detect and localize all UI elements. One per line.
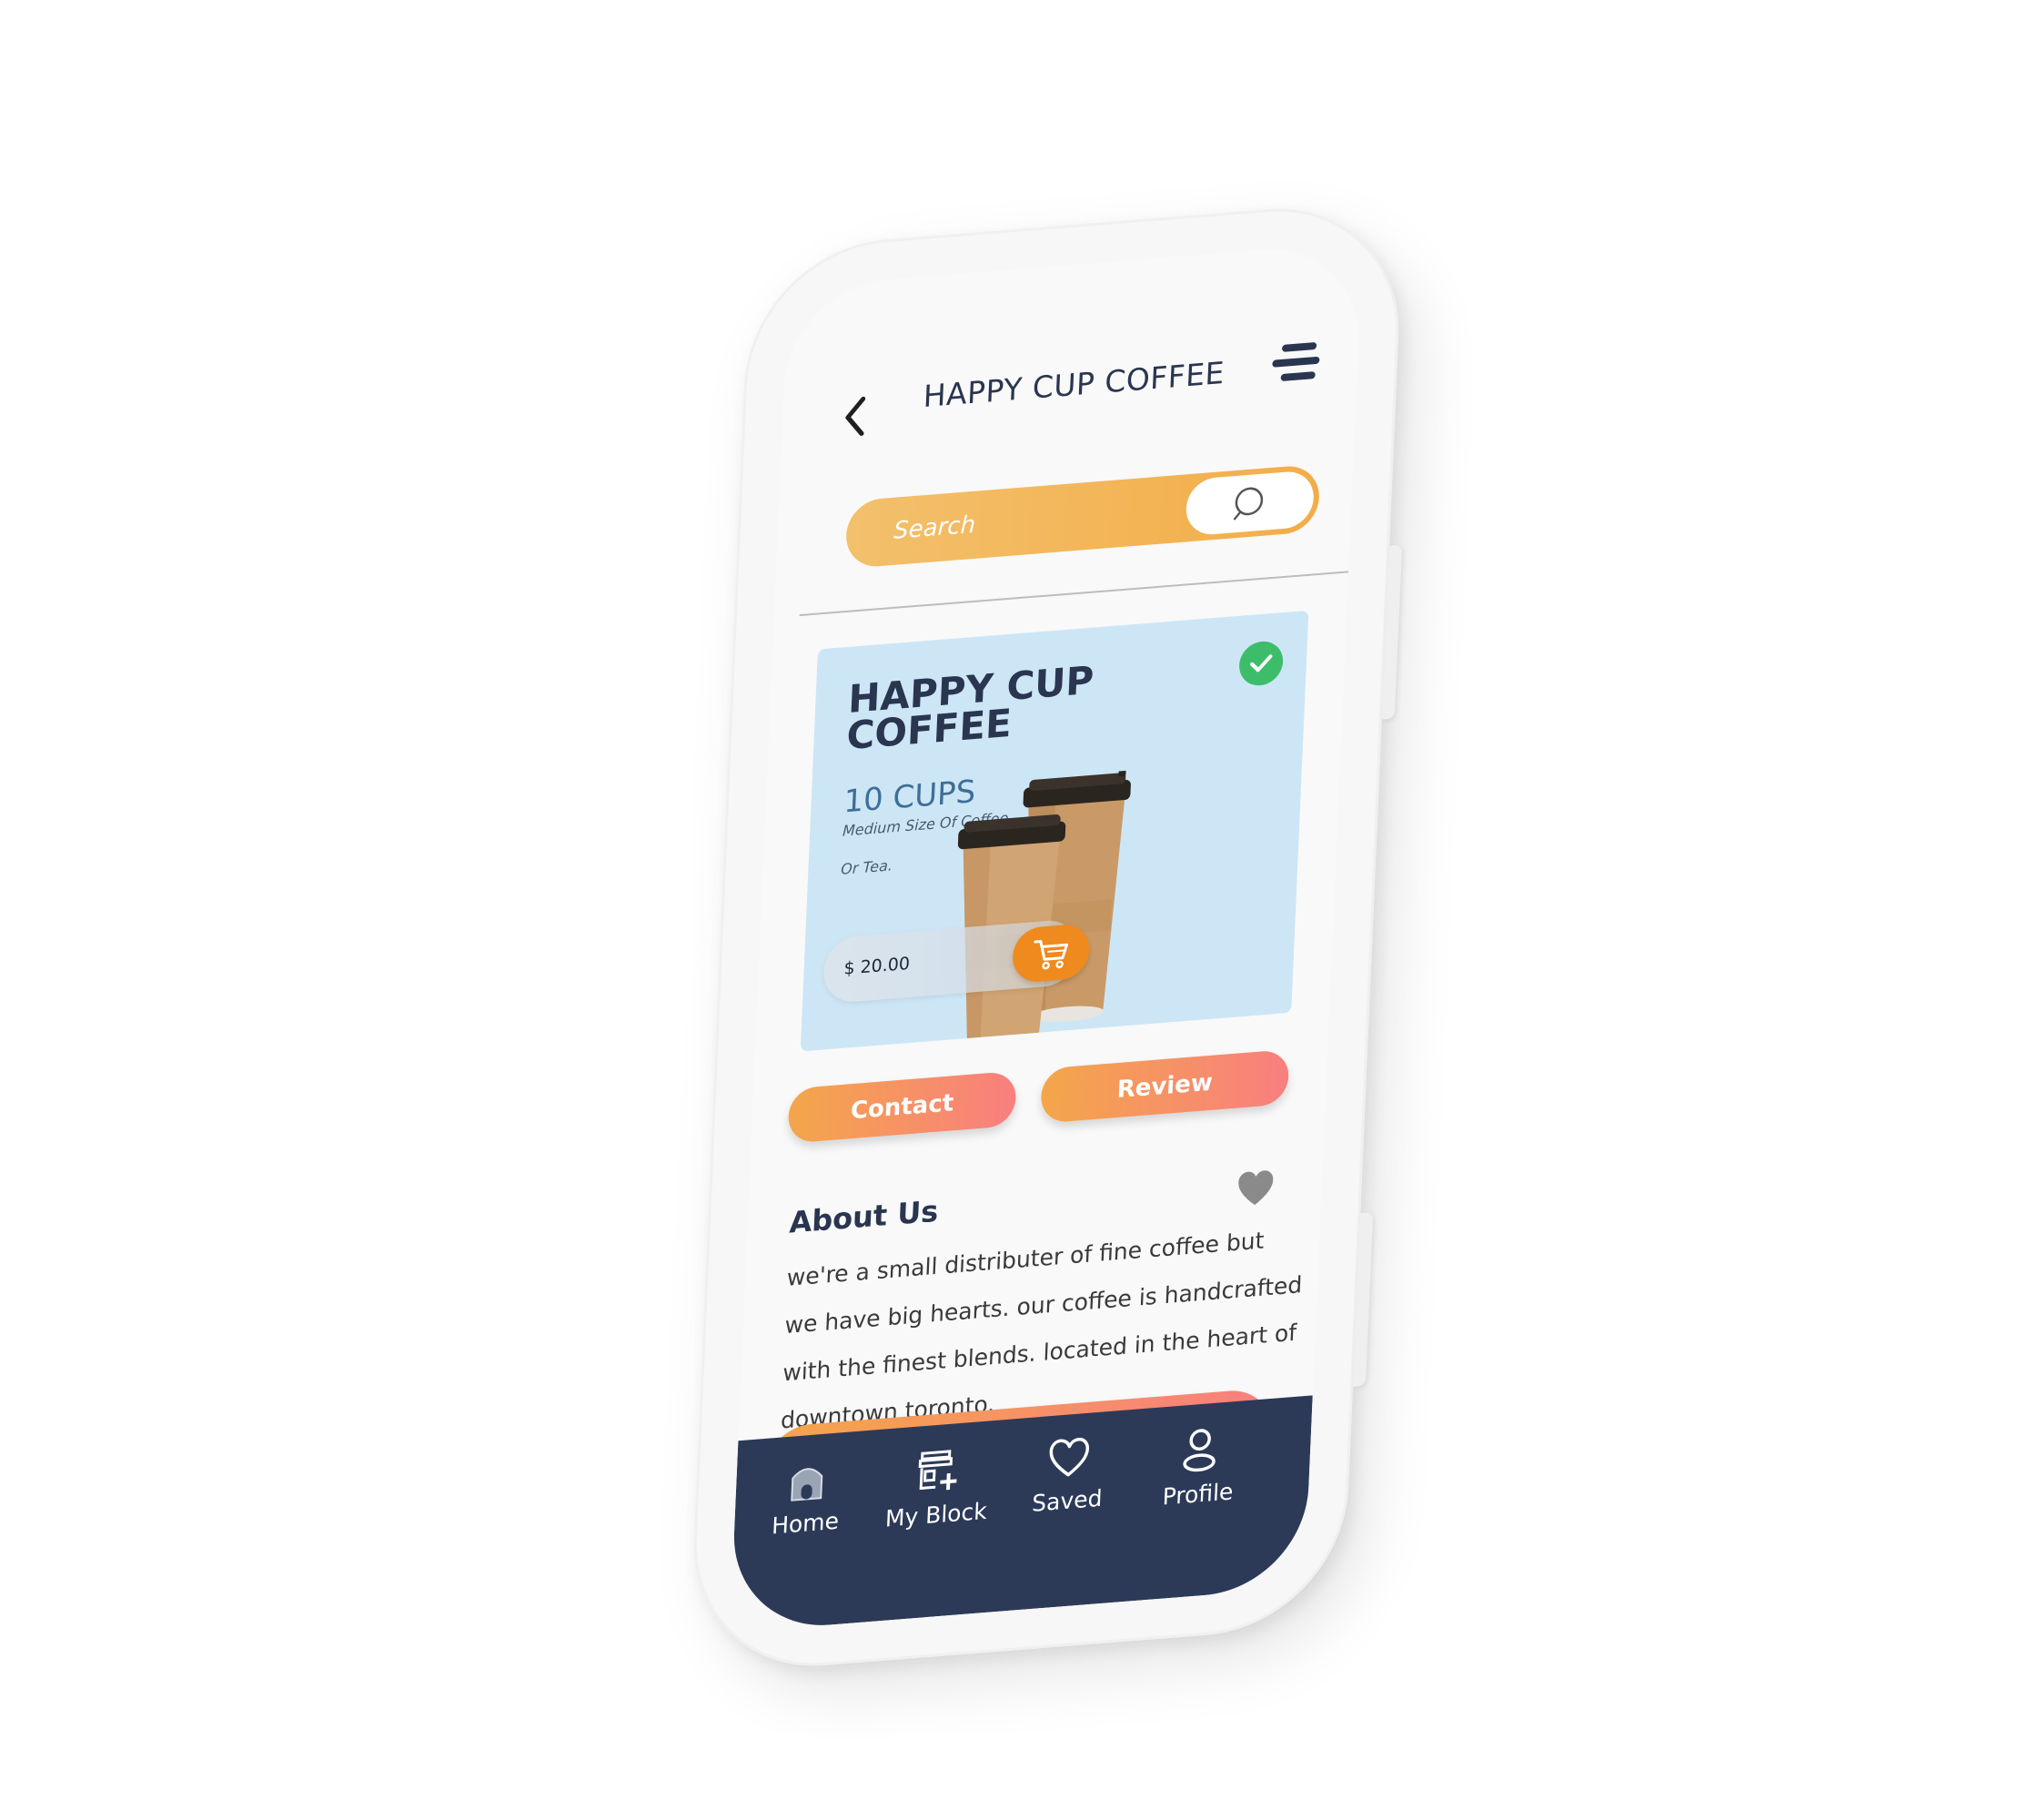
stage: HAPPY CUP COFFEE Search HAPPY CUP COFFEE… (0, 0, 2038, 1820)
coffee-cups-image (957, 768, 1131, 1043)
menu-icon (1281, 341, 1317, 352)
review-button[interactable]: Review (1040, 1048, 1290, 1124)
price-label: $ 20.00 (842, 953, 911, 979)
back-button[interactable] (836, 389, 874, 443)
cart-icon (1034, 939, 1069, 970)
favorite-button[interactable] (1236, 1168, 1276, 1208)
heart-outline-icon (1049, 1437, 1090, 1477)
menu-icon-bar (1272, 356, 1320, 368)
contact-button[interactable]: Contact (787, 1070, 1017, 1144)
search-placeholder: Search (893, 511, 976, 545)
search-icon (1233, 487, 1264, 521)
page-title: HAPPY CUP COFFEE (922, 354, 1226, 415)
nav-label: Profile (1162, 1478, 1235, 1511)
app-screen: HAPPY CUP COFFEE Search HAPPY CUP COFFEE… (730, 241, 1363, 1633)
promo-card[interactable]: HAPPY CUP COFFEE 10 CUPS Medium Size Of … (800, 610, 1309, 1052)
search-button[interactable] (1185, 470, 1316, 537)
home-icon (791, 1468, 823, 1502)
user-icon (1183, 1429, 1216, 1472)
nav-label: Saved (1031, 1484, 1104, 1517)
heart-icon (1238, 1170, 1274, 1206)
nav-item-profile[interactable]: Profile (1134, 1423, 1265, 1512)
phone-mockup: HAPPY CUP COFFEE Search HAPPY CUP COFFEE… (688, 198, 1405, 1676)
nav-item-my-block[interactable]: My Block (872, 1443, 1003, 1532)
about-heading: About Us (788, 1193, 940, 1240)
menu-icon-bar (1280, 371, 1316, 382)
promo-title: HAPPY CUP COFFEE (845, 657, 1095, 759)
verified-check-icon (1238, 640, 1285, 688)
menu-button[interactable] (1267, 336, 1327, 391)
chevron-left-icon (845, 396, 866, 437)
promo-subtitle-2: Or Tea. (840, 856, 893, 878)
nav-label: Home (771, 1507, 840, 1540)
nav-item-home[interactable]: Home (742, 1454, 873, 1542)
nav-item-saved[interactable]: Saved (1003, 1433, 1133, 1519)
search-bar[interactable]: Search (844, 463, 1321, 570)
divider (799, 571, 1349, 617)
nav-label: My Block (884, 1497, 988, 1532)
store-add-icon (918, 1450, 957, 1491)
